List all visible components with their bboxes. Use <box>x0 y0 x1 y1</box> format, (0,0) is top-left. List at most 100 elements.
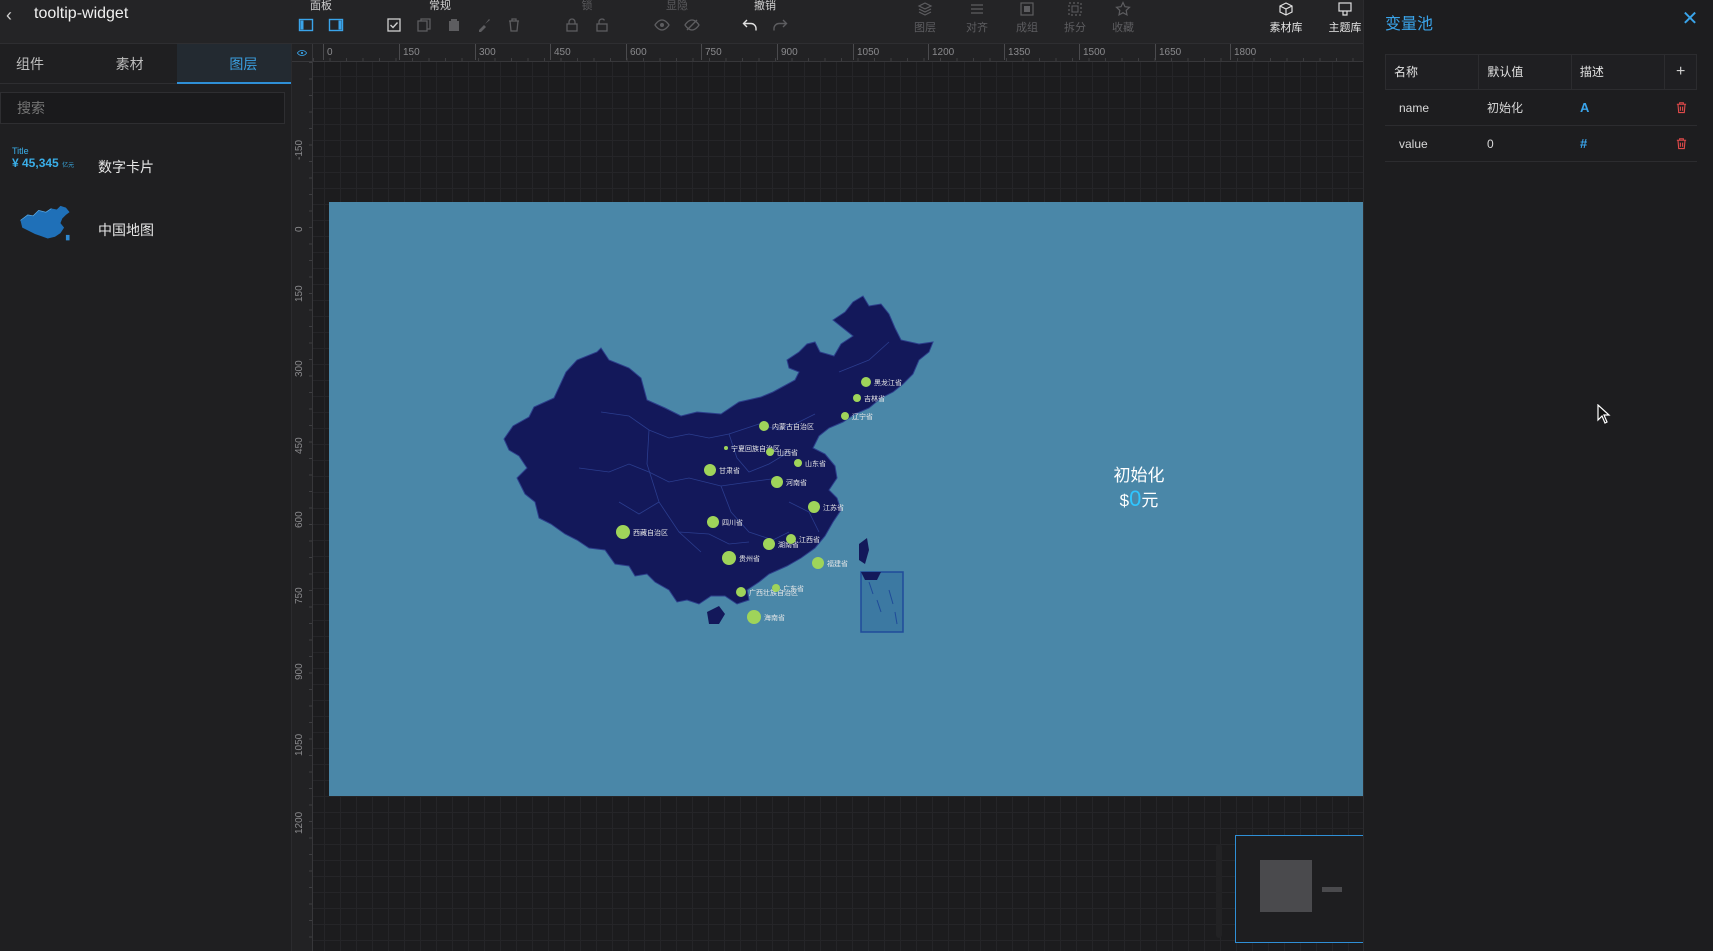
text-type-icon[interactable]: A <box>1580 100 1589 115</box>
design-stage[interactable]: 黑龙江省 吉林省 辽宁省 内蒙古自治区 宁夏回族自治区 山西省 山东省 甘肃省 河南省 江苏省 四川… <box>329 202 1363 796</box>
close-icon[interactable]: ✕ <box>1679 8 1701 30</box>
favorite-button[interactable]: 收藏 <box>1101 0 1145 44</box>
china-map[interactable]: 黑龙江省吉林省辽宁省内蒙古自治区宁夏回族自治区山西省山东省甘肃省河南省江苏省四川… <box>329 202 1363 796</box>
province-marker[interactable] <box>722 551 736 565</box>
minimap-scroll-handle[interactable] <box>1216 844 1222 938</box>
province-marker[interactable] <box>616 525 630 539</box>
province-marker[interactable] <box>771 476 783 488</box>
province-marker[interactable] <box>707 516 719 528</box>
province-marker[interactable] <box>763 538 775 550</box>
lock-icon[interactable] <box>562 15 582 35</box>
tab-components[interactable]: 组件 <box>0 44 78 83</box>
toolbar-group-label: 显隐 <box>666 0 688 12</box>
variable-description[interactable]: A <box>1572 100 1666 115</box>
number-type-icon[interactable]: # <box>1580 136 1587 151</box>
province-marker[interactable] <box>759 421 769 431</box>
toolbar-group-label: 面板 <box>310 0 332 12</box>
province-marker[interactable] <box>812 557 824 569</box>
china-map-thumbnail <box>20 205 70 241</box>
variable-name[interactable]: name <box>1385 101 1479 115</box>
province-label: 山西省 <box>777 448 798 457</box>
province-marker[interactable] <box>724 446 728 450</box>
table-row[interactable]: value 0 # <box>1385 126 1697 162</box>
province-marker[interactable] <box>704 464 716 476</box>
variable-default[interactable]: 初始化 <box>1479 99 1572 116</box>
format-brush-icon[interactable] <box>474 15 494 35</box>
delete-toolbar-icon[interactable] <box>504 15 524 35</box>
toolbar-group-general: 常规 <box>384 0 524 44</box>
canvas-area[interactable]: 0 150 300 450 600 750 900 1050 1200 1350 1500 1650 1… <box>292 44 1363 951</box>
tooltip-value: $0元 <box>1079 487 1199 513</box>
delete-variable-button[interactable] <box>1666 137 1697 150</box>
layers-icon <box>917 2 933 16</box>
layer-button-label: 图层 <box>914 22 936 34</box>
thumb-value-number: ¥ 45,345 <box>12 156 59 170</box>
redo-icon[interactable] <box>770 15 790 35</box>
province-marker[interactable] <box>772 584 780 592</box>
province-marker[interactable] <box>794 459 802 467</box>
group-button[interactable]: 成组 <box>1005 0 1049 44</box>
ruler-tick-label: 150 <box>399 44 420 60</box>
ruler-corner[interactable] <box>292 44 313 62</box>
minimap[interactable] <box>1235 835 1363 943</box>
ruler-tick-label: 1200 <box>294 811 305 834</box>
theme-library-button[interactable]: 主题库 <box>1323 0 1367 44</box>
province-marker[interactable] <box>841 412 849 420</box>
layer-button[interactable]: 图层 <box>903 0 947 44</box>
province-marker[interactable] <box>853 394 861 402</box>
province-marker[interactable] <box>861 377 871 387</box>
tab-layers[interactable]: 图层 <box>177 44 292 84</box>
layer-search-input[interactable] <box>0 92 285 124</box>
variable-pool-panel: 变量池 ✕ 名称 默认值 描述 + name 初始化 A value 0 # <box>1363 0 1713 951</box>
tab-materials[interactable]: 素材 <box>78 44 178 83</box>
align-button[interactable]: 对齐 <box>955 0 999 44</box>
province-label: 辽宁省 <box>852 412 873 421</box>
minimap-stage-preview <box>1260 860 1312 912</box>
province-marker[interactable] <box>786 534 796 544</box>
material-library-button[interactable]: 素材库 <box>1264 0 1308 44</box>
province-label: 江西省 <box>799 535 820 544</box>
add-variable-button[interactable]: + <box>1665 55 1696 89</box>
province-marker[interactable] <box>766 448 774 456</box>
taiwan-island-shape <box>859 538 869 564</box>
ruler-tick-label: 600 <box>626 44 647 60</box>
ruler-tick-label: 600 <box>294 511 305 528</box>
show-eye-icon[interactable] <box>652 15 672 35</box>
table-row[interactable]: name 初始化 A <box>1385 90 1697 126</box>
layer-item-china-map[interactable]: 中国地图 <box>0 198 291 260</box>
layer-item-number-card[interactable]: Title ¥ 45,345 亿元 数字卡片 <box>0 136 291 198</box>
variable-name[interactable]: value <box>1385 137 1479 151</box>
align-button-label: 对齐 <box>966 22 988 34</box>
left-panel-toggle-icon[interactable] <box>296 15 316 35</box>
right-panel-toggle-icon[interactable] <box>326 15 346 35</box>
thumb-unit: 亿元 <box>62 163 75 169</box>
select-all-icon[interactable] <box>384 15 404 35</box>
province-marker[interactable] <box>808 501 820 513</box>
copy-icon[interactable] <box>414 15 434 35</box>
unlock-icon[interactable] <box>592 15 612 35</box>
ruler-tick-label: -150 <box>294 139 305 160</box>
undo-icon[interactable] <box>740 15 760 35</box>
split-button-label: 拆分 <box>1064 22 1086 34</box>
tooltip-widget[interactable]: 初始化 $0元 <box>1079 465 1199 513</box>
variable-default[interactable]: 0 <box>1479 137 1572 151</box>
province-label: 四川省 <box>722 518 743 527</box>
trash-icon <box>1676 102 1687 114</box>
group-button-label: 成组 <box>1016 22 1038 34</box>
paste-icon[interactable] <box>444 15 464 35</box>
thumb-title: Title <box>12 146 29 156</box>
hide-eye-icon[interactable] <box>682 15 702 35</box>
variable-table: 名称 默认值 描述 + name 初始化 A value 0 # <box>1385 54 1697 162</box>
toolbar-group-label: 锁 <box>581 0 593 12</box>
province-label: 山东省 <box>805 459 826 468</box>
province-label: 西藏自治区 <box>633 528 668 537</box>
variable-description[interactable]: # <box>1572 136 1666 151</box>
tooltip-number: 0 <box>1129 486 1142 511</box>
province-marker[interactable] <box>736 587 746 597</box>
delete-variable-button[interactable] <box>1666 101 1697 114</box>
back-chevron-icon[interactable]: ‹ <box>6 4 24 26</box>
province-marker[interactable] <box>747 610 761 624</box>
align-icon <box>971 4 983 14</box>
split-button[interactable]: 拆分 <box>1053 0 1097 44</box>
province-label: 甘肃省 <box>719 466 740 475</box>
